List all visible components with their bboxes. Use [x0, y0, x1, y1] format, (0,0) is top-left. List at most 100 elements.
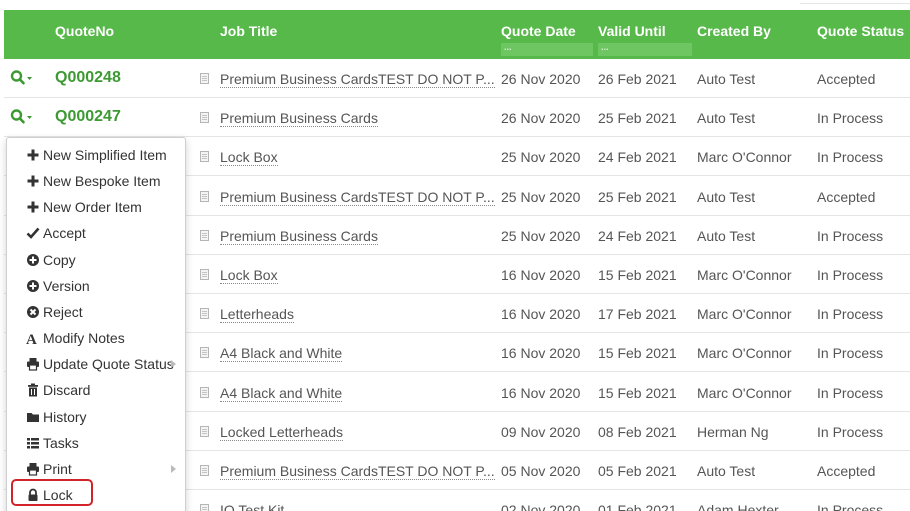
menu-item-tasks[interactable]: Tasks — [7, 430, 185, 456]
created-by-cell: Adam Hexter — [697, 502, 779, 511]
valid-until-cell: 15 Feb 2021 — [598, 345, 677, 362]
created-by-cell: Marc O'Connor — [697, 306, 792, 323]
menu-item-accept[interactable]: Accept — [7, 220, 185, 246]
font-icon: A — [26, 331, 40, 348]
quote-number-link[interactable]: Q000247 — [55, 108, 121, 126]
job-title-link[interactable]: Lock Box — [220, 267, 278, 284]
menu-item-label: Print — [43, 460, 72, 477]
quote-date-filter-input[interactable]: ... — [501, 43, 593, 56]
job-title-link[interactable]: Premium Business CardsTEST DO NOT P... — [220, 463, 495, 480]
document-icon — [200, 190, 209, 202]
job-title-link[interactable]: IQ Test Kit — [220, 502, 284, 511]
menu-item-history[interactable]: History — [7, 404, 185, 430]
check-icon — [26, 226, 40, 240]
document-icon — [200, 269, 209, 280]
job-title-link[interactable]: Premium Business CardsTEST DO NOT P... — [220, 71, 495, 88]
menu-item-reject[interactable]: Reject — [7, 299, 185, 325]
menu-item-lock[interactable]: Lock — [7, 482, 185, 508]
row-actions-search-icon[interactable] — [10, 108, 36, 126]
column-header-job-title[interactable]: Job Title — [220, 23, 277, 39]
created-by-cell: Herman Ng — [697, 423, 769, 440]
plus-icon — [26, 148, 40, 162]
job-title-link[interactable]: A4 Black and White — [220, 345, 343, 363]
quote-status-cell: In Process — [817, 110, 884, 127]
menu-item-discard[interactable]: Discard — [7, 377, 185, 403]
menu-item-copy[interactable]: Copy — [7, 247, 185, 273]
quote-status-cell: Accepted — [817, 71, 876, 87]
menu-item-label: History — [43, 408, 87, 425]
menu-item-new-bespoke-item[interactable]: New Bespoke Item — [7, 168, 185, 194]
menu-item-version[interactable]: Version — [7, 273, 185, 299]
valid-until-cell: 15 Feb 2021 — [598, 384, 677, 401]
quote-status-cell: In Process — [817, 345, 884, 362]
row-actions-search-icon[interactable] — [10, 69, 36, 87]
created-by-cell: Auto Test — [697, 227, 756, 244]
document-icon — [200, 112, 209, 124]
created-by-cell: Marc O'Connor — [697, 345, 792, 362]
menu-item-label: New Bespoke Item — [43, 173, 161, 190]
menu-item-print[interactable]: Print — [7, 456, 185, 482]
menu-item-label: Update Quote Status — [43, 356, 174, 373]
created-by-cell: Marc O'Connor — [697, 149, 792, 166]
menu-item-new-simplified-item[interactable]: New Simplified Item — [7, 142, 185, 168]
menu-item-update-quote-status[interactable]: Update Quote Status — [7, 351, 185, 377]
menu-item-label: Discard — [43, 382, 91, 399]
list-icon — [26, 436, 40, 450]
valid-until-cell: 08 Feb 2021 — [598, 423, 677, 440]
valid-until-cell: 26 Feb 2021 — [598, 71, 677, 87]
menu-item-label: Version — [43, 277, 90, 294]
job-title-link[interactable]: Premium Business CardsTEST DO NOT P... — [220, 189, 495, 206]
valid-until-cell: 25 Feb 2021 — [598, 188, 677, 205]
menu-item-label: Modify Notes — [43, 330, 125, 347]
submenu-caret-icon — [171, 360, 176, 369]
job-title-link[interactable]: A4 Black and White — [220, 385, 343, 402]
table-row[interactable]: Q000247 Premium Business Cards 26 Nov 2020… — [4, 98, 910, 138]
quote-date-cell: 26 Nov 2020 — [501, 110, 581, 127]
top-strip-edge — [800, 0, 910, 4]
document-icon — [200, 465, 209, 476]
valid-until-cell: 25 Feb 2021 — [598, 110, 677, 127]
plus-icon — [26, 200, 40, 214]
quote-date-cell: 26 Nov 2020 — [501, 71, 581, 87]
quote-date-cell: 16 Nov 2020 — [501, 306, 581, 323]
menu-item-label: Copy — [43, 251, 76, 268]
document-icon — [200, 73, 209, 84]
column-header-created-by[interactable]: Created By — [697, 23, 771, 39]
quote-status-cell: Accepted — [817, 188, 876, 205]
quote-status-cell: Accepted — [817, 463, 876, 479]
column-header-quote-date[interactable]: Quote Date — [501, 23, 576, 39]
valid-until-cell: 05 Feb 2021 — [598, 463, 677, 479]
circle-plus-icon — [26, 253, 40, 267]
column-header-quoteno[interactable]: QuoteNo — [55, 23, 114, 39]
job-title-link[interactable]: Lock Box — [220, 149, 278, 167]
quote-status-cell: In Process — [817, 149, 884, 166]
menu-item-new-order-item[interactable]: New Order Item — [7, 194, 185, 220]
menu-item-modify-notes[interactable]: A Modify Notes — [7, 325, 185, 351]
quote-date-cell: 16 Nov 2020 — [501, 384, 581, 401]
column-header-quote-status[interactable]: Quote Status — [817, 23, 904, 39]
quote-date-cell: 16 Nov 2020 — [501, 345, 581, 362]
job-title-link[interactable]: Letterheads — [220, 306, 294, 324]
quote-date-cell: 25 Nov 2020 — [501, 188, 581, 205]
quote-date-cell: 09 Nov 2020 — [501, 423, 581, 440]
document-icon — [200, 308, 209, 320]
quote-date-cell: 02 Nov 2020 — [501, 502, 581, 511]
column-header-valid-until[interactable]: Valid Until — [598, 23, 666, 39]
folder-icon — [26, 410, 40, 424]
created-by-cell: Marc O'Connor — [697, 267, 792, 283]
quote-status-cell: In Process — [817, 502, 884, 511]
job-title-link[interactable]: Premium Business Cards — [220, 110, 378, 128]
job-title-link[interactable]: Locked Letterheads — [220, 424, 343, 441]
quote-date-cell: 05 Nov 2020 — [501, 463, 581, 479]
valid-until-filter-input[interactable]: ... — [598, 43, 692, 56]
circle-x-icon — [26, 305, 40, 319]
job-title-link[interactable]: Premium Business Cards — [220, 228, 378, 245]
menu-item-label: New Simplified Item — [43, 147, 167, 163]
document-icon — [200, 425, 209, 437]
menu-item-label: Lock — [43, 486, 73, 503]
table-row[interactable]: Q000248 Premium Business CardsTEST DO NOT… — [4, 59, 910, 98]
quote-date-cell: 25 Nov 2020 — [501, 227, 581, 244]
quote-number-link[interactable]: Q000248 — [55, 69, 121, 87]
valid-until-cell: 15 Feb 2021 — [598, 267, 677, 283]
menu-item-label: Reject — [43, 303, 83, 320]
